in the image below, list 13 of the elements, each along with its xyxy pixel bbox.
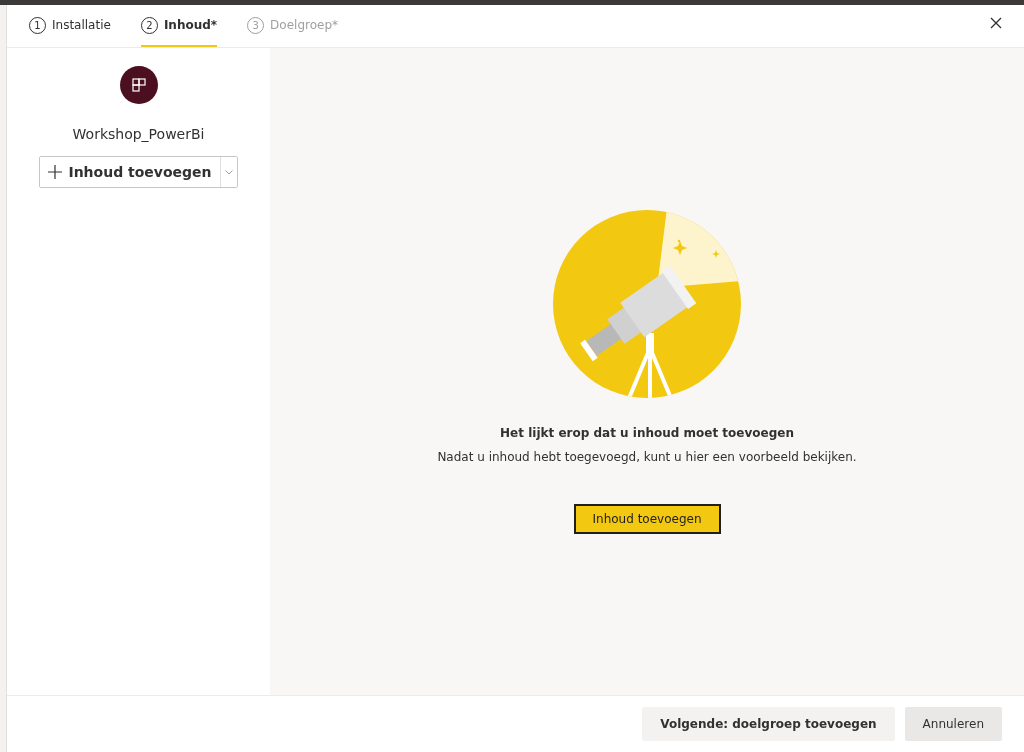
empty-state-description: Nadat u inhoud hebt toegevoegd, kunt u hier een voorbeeld bekijken.	[437, 450, 857, 464]
plus-icon	[48, 165, 63, 179]
cancel-button[interactable]: Annuleren	[904, 707, 1002, 741]
step-tab[interactable]: 2 Inhoud*	[140, 5, 218, 47]
caret-icon	[224, 169, 233, 175]
empty-state-title: Het lijkt erop dat u inhoud moet toevoegen	[500, 426, 794, 440]
close-icon	[990, 17, 1002, 29]
close-button[interactable]	[988, 15, 1004, 31]
next-button[interactable]: Volgende: doelgroep toevoegen	[642, 707, 895, 741]
workspace-name: Workshop_PowerBi	[72, 126, 205, 142]
workspace-icon	[130, 77, 147, 93]
add-content-button[interactable]: Inhoud toevoegen	[573, 504, 721, 534]
step-tab[interactable]: 1 Installatie	[29, 5, 111, 47]
